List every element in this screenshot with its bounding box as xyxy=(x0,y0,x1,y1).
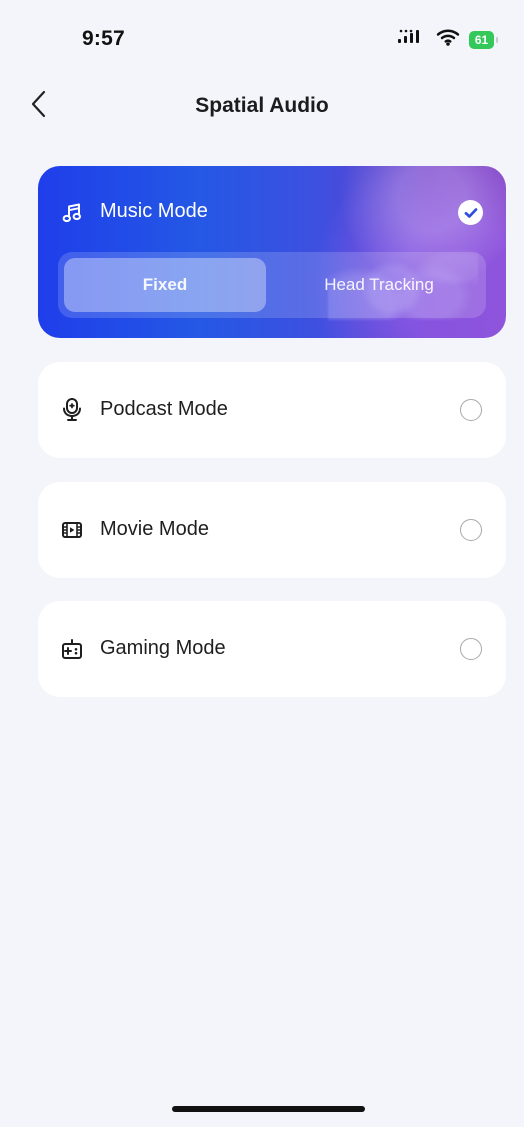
microphone-icon xyxy=(60,398,84,422)
status-icons: 61 xyxy=(397,28,498,51)
podcast-mode-label: Podcast Mode xyxy=(100,398,228,420)
fixed-segment[interactable]: Fixed xyxy=(64,258,266,312)
page-title: Spatial Audio xyxy=(195,94,329,117)
battery-icon: 61 xyxy=(469,30,498,49)
spatial-audio-segmented-control: Fixed Head Tracking xyxy=(58,252,486,318)
battery-tip xyxy=(496,36,498,43)
gaming-mode-card[interactable]: Gaming Mode xyxy=(38,601,506,697)
music-note-icon xyxy=(60,201,84,225)
music-mode-label: Music Mode xyxy=(100,200,208,222)
movie-mode-label: Movie Mode xyxy=(100,518,209,540)
status-bar: 9:57 61 xyxy=(0,0,524,86)
home-indicator xyxy=(172,1106,365,1112)
navigation-bar: Spatial Audio xyxy=(0,80,524,132)
podcast-mode-radio[interactable] xyxy=(460,399,482,421)
cellular-signal-icon xyxy=(397,28,427,51)
podcast-mode-card[interactable]: Podcast Mode xyxy=(38,362,506,458)
status-time: 9:57 xyxy=(82,27,125,50)
gaming-mode-label: Gaming Mode xyxy=(100,637,226,659)
wifi-icon xyxy=(436,28,460,51)
battery-level: 61 xyxy=(474,32,489,47)
selected-check-icon[interactable] xyxy=(458,200,483,225)
gaming-mode-radio[interactable] xyxy=(460,638,482,660)
gamepad-icon xyxy=(60,637,84,661)
movie-mode-card[interactable]: Movie Mode xyxy=(38,482,506,578)
movie-mode-radio[interactable] xyxy=(460,519,482,541)
music-mode-card[interactable]: Music Mode Fixed Head Tracking xyxy=(38,166,506,338)
film-icon xyxy=(60,518,84,542)
head-tracking-segment[interactable]: Head Tracking xyxy=(278,258,480,312)
